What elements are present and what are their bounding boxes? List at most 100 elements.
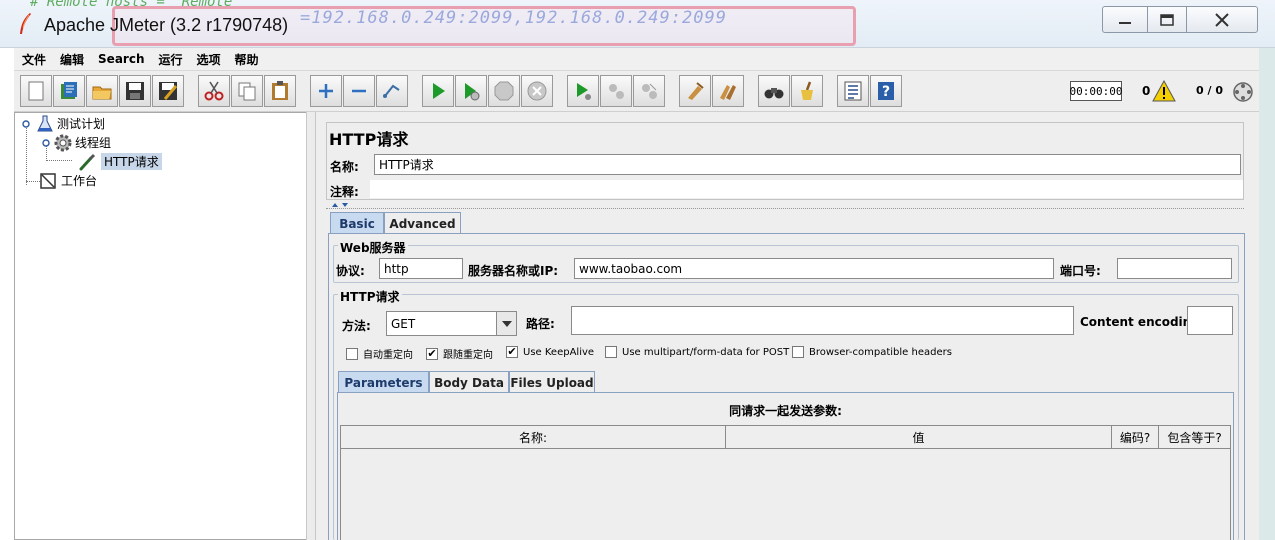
stop-icon [494,81,514,101]
copy-button[interactable] [231,75,263,107]
menu-file[interactable]: 文件 [22,51,46,68]
reset-search-button[interactable] [791,75,823,107]
port-field[interactable] [1117,258,1232,279]
start-icon [433,83,445,99]
tab-parameters[interactable]: Parameters [338,371,429,393]
comment-label: 注释: [330,185,359,199]
method-label: 方法: [342,319,371,333]
column-header-name[interactable]: 名称: [341,426,726,448]
auto-redirect-checkbox[interactable]: 自动重定向 [346,346,413,361]
minimize-button[interactable] [1102,6,1148,33]
svg-text:?: ? [882,84,890,100]
save-icon [126,82,144,100]
pane-splitter[interactable] [306,112,316,540]
help-button[interactable]: ? [870,75,902,107]
path-label: 路径: [526,317,555,331]
tree-label: 测试计划 [57,117,106,131]
maximize-icon [1160,13,1174,26]
title-bar: # Remote hosts = 'Remote' =192.168.0.249… [0,0,1275,48]
templates-button[interactable] [53,75,85,107]
paste-icon [272,81,288,100]
comment-field[interactable] [370,180,1243,198]
name-field[interactable]: HTTP请求 [374,154,1241,175]
start-button[interactable] [422,75,454,107]
tree-node-test-plan[interactable]: 测试计划 [20,114,105,133]
protocol-label: 协议: [336,264,365,278]
column-header-encode[interactable]: 编码? [1112,426,1159,448]
keepalive-checkbox[interactable]: ✔ Use KeepAlive [506,346,594,358]
cut-button[interactable] [198,75,230,107]
menu-bar: 文件 编辑 Search 运行 选项 帮助 [14,48,1259,70]
expand-all-button[interactable] [310,75,342,107]
warning-icon[interactable] [1152,80,1176,102]
tab-advanced[interactable]: Advanced [384,212,461,234]
clear-button[interactable] [679,75,711,107]
background-hosts-text: =192.168.0.249:2099,192.168.0.249:2099 [300,8,727,28]
method-value: GET [391,316,416,331]
checkbox-box[interactable]: ✔ [426,347,438,360]
stop-button[interactable] [488,75,520,107]
browser-compatible-checkbox[interactable]: Browser-compatible headers [792,346,952,358]
tree-node-thread-group[interactable]: 线程组 [40,133,111,152]
http-request-legend: HTTP请求 [338,288,402,305]
toggle-button[interactable] [376,75,408,107]
gear-icon [54,134,72,151]
tab-files-upload[interactable]: Files Upload [509,371,595,393]
checkbox-box[interactable] [792,346,804,358]
menu-edit[interactable]: 编辑 [60,51,84,68]
checkbox-box[interactable]: ✔ [506,346,518,358]
open-button[interactable] [86,75,118,107]
start-no-pause-icon [465,83,480,101]
search-button[interactable] [758,75,790,107]
error-count: 0 [1142,84,1151,98]
menu-help[interactable]: 帮助 [235,51,259,68]
collapse-all-button[interactable] [343,75,375,107]
remote-shutdown-icon [642,83,657,99]
tree-expand-handle[interactable] [20,118,32,130]
tab-basic[interactable]: Basic [330,212,384,234]
checkbox-box[interactable] [346,347,358,360]
path-field[interactable] [571,306,1074,335]
cut-icon [204,81,224,101]
start-no-pauses-button[interactable] [455,75,487,107]
dropdown-button[interactable] [496,312,516,335]
menu-options[interactable]: 选项 [197,51,221,68]
multipart-checkbox[interactable]: Use multipart/form-data for POST [605,346,789,358]
tree-label: 线程组 [75,136,112,150]
open-icon [92,86,112,100]
shutdown-button[interactable] [521,75,553,107]
search-icon [764,88,784,99]
minimize-icon [1119,21,1131,24]
save-button[interactable] [119,75,151,107]
maximize-button[interactable] [1147,6,1187,33]
server-label: 服务器名称或IP: [468,264,559,278]
protocol-field[interactable]: http [379,258,463,279]
checkbox-box[interactable] [605,346,617,358]
function-helper-button[interactable] [837,75,869,107]
tree-line [26,125,27,185]
column-header-include-equals[interactable]: 包含等于? [1159,426,1230,448]
method-select[interactable]: GET [386,311,517,336]
save-as-button[interactable] [152,75,184,107]
divider [326,208,1244,209]
tab-body-data[interactable]: Body Data [429,371,509,393]
sampler-pipette-icon [79,153,96,170]
menu-search[interactable]: Search [98,52,144,66]
remote-stop-all-button[interactable] [600,75,632,107]
server-field[interactable]: www.taobao.com [574,258,1054,279]
clear-all-button[interactable] [712,75,744,107]
paste-button[interactable] [264,75,296,107]
menu-run[interactable]: 运行 [158,51,182,68]
close-button[interactable] [1186,6,1258,33]
content-encoding-field[interactable] [1187,306,1233,335]
test-plan-tree: 测试计划 线程组 HTTP请求 工作台 [14,112,306,540]
follow-redirects-checkbox[interactable]: ✔ 跟随重定向 [426,346,493,361]
remote-shutdown-all-button[interactable] [633,75,665,107]
new-button[interactable] [20,75,52,107]
column-header-value[interactable]: 值 [726,426,1112,448]
tree-node-workbench[interactable]: 工作台 [39,171,97,190]
remote-start-all-button[interactable] [567,75,599,107]
tree-node-http-request[interactable]: HTTP请求 [78,152,162,171]
save-as-icon [159,82,178,100]
tree-expand-handle[interactable] [40,137,52,149]
